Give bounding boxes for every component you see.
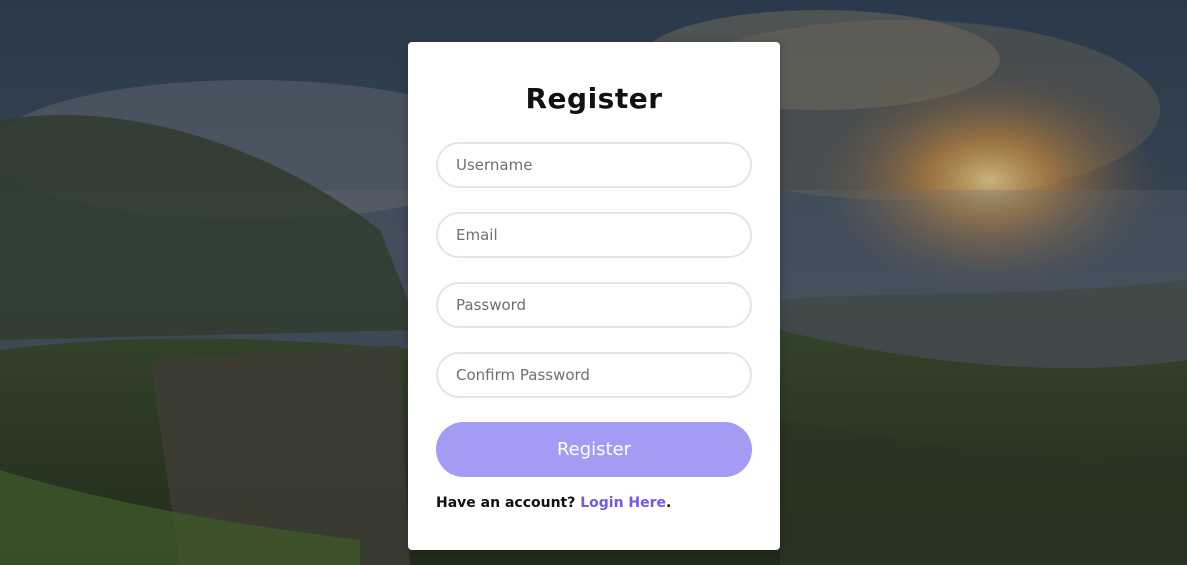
register-title: Register [525,82,663,115]
username-input[interactable] [436,142,752,188]
register-button[interactable]: Register [436,422,752,477]
login-prompt-period: . [666,495,672,511]
email-input[interactable] [436,212,752,258]
login-prompt-text: Have an account? [436,495,581,511]
register-card: Register Register Have an account? Login… [408,42,780,550]
confirm-password-input[interactable] [436,352,752,398]
login-prompt: Have an account? Login Here. [436,495,671,511]
password-input[interactable] [436,282,752,328]
login-here-link[interactable]: Login Here [580,495,666,511]
